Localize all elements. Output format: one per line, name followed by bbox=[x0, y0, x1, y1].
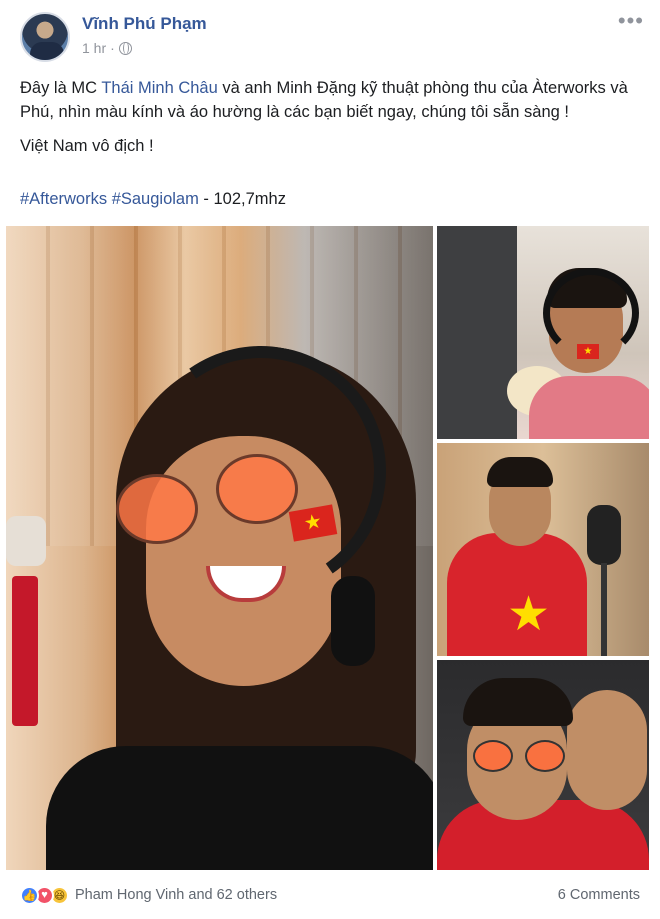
post-paragraph-1: Đây là MC Thái Minh Châu và anh Minh Đặn… bbox=[20, 76, 645, 124]
comments-count[interactable]: 6 Comments bbox=[558, 887, 640, 903]
author-name[interactable]: Vĩnh Phú Phạm bbox=[82, 14, 207, 34]
facebook-post: Vĩnh Phú Phạm 1 hr · ••• Đây là MC Thái … bbox=[0, 0, 660, 919]
hashtag-saugiolam[interactable]: #Saugiolam bbox=[112, 190, 199, 208]
text-segment: Đây là MC bbox=[20, 79, 102, 97]
author-avatar[interactable] bbox=[20, 12, 70, 62]
post-footer: 👍 ♥ 😆 Pham Hong Vinh and 62 others 6 Com… bbox=[20, 880, 640, 910]
reactions-text[interactable]: Pham Hong Vinh and 62 others bbox=[75, 887, 277, 903]
photo-thumb-3[interactable] bbox=[437, 660, 649, 870]
globe-icon[interactable] bbox=[118, 41, 132, 55]
mention-link[interactable]: Thái Minh Châu bbox=[101, 79, 217, 97]
flag-sticker: ★ bbox=[577, 344, 599, 359]
like-icon: 👍 bbox=[20, 885, 39, 905]
more-horizontal-icon[interactable]: ••• bbox=[618, 10, 644, 32]
post-time[interactable]: 1 hr bbox=[82, 40, 106, 56]
post-meta: 1 hr · bbox=[82, 40, 132, 56]
reactions-summary[interactable]: 👍 ♥ 😆 Pham Hong Vinh and 62 others bbox=[20, 885, 277, 905]
post-text: Đây là MC Thái Minh Châu và anh Minh Đặn… bbox=[20, 76, 645, 168]
main-photo[interactable]: ★ bbox=[6, 226, 433, 870]
flag-star-icon: ★ bbox=[583, 345, 593, 357]
photo-grid: ★ ★ ★ bbox=[6, 226, 649, 870]
meta-separator: · bbox=[110, 40, 115, 56]
shirt-star-icon: ★ bbox=[507, 588, 551, 641]
photo-thumb-2[interactable]: ★ bbox=[437, 443, 649, 656]
post-header: Vĩnh Phú Phạm 1 hr · ••• bbox=[20, 8, 650, 64]
hashtag-afterworks[interactable]: #Afterworks bbox=[20, 190, 107, 208]
microphone-graphic bbox=[6, 516, 50, 816]
photo-thumb-1[interactable]: ★ bbox=[437, 226, 649, 439]
post-paragraph-2: Việt Nam vô địch ! bbox=[20, 137, 154, 155]
flag-star-icon: ★ bbox=[302, 510, 324, 535]
hashtag-line: #Afterworks #Saugiolam - 102,7mhz bbox=[20, 190, 286, 209]
tag-suffix: - 102,7mhz bbox=[198, 190, 286, 208]
